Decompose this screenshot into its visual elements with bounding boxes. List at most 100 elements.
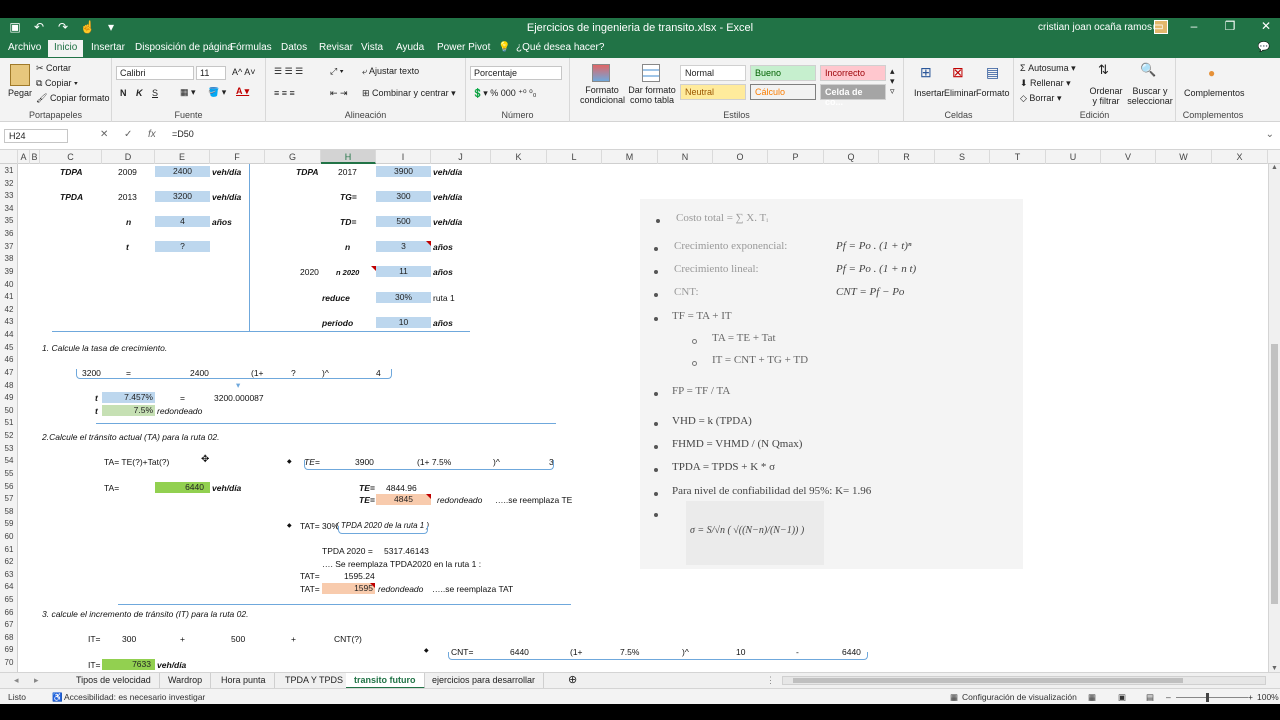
cell[interactable]: IT= <box>88 660 101 670</box>
row-header[interactable]: 39 <box>0 267 18 276</box>
tell-me-input[interactable]: ¿Qué desea hacer? <box>516 42 604 53</box>
column-header[interactable]: U <box>1046 150 1101 164</box>
format-table-button[interactable]: Dar formato como tabla <box>628 85 676 105</box>
cell[interactable]: TPDA <box>60 192 83 202</box>
row-header[interactable]: 34 <box>0 204 18 213</box>
column-header[interactable]: E <box>155 150 210 164</box>
user-name[interactable]: cristian joan ocaña ramos <box>1038 22 1152 33</box>
cell[interactable]: n <box>345 242 350 252</box>
row-header[interactable]: 52 <box>0 431 18 440</box>
cell[interactable]: veh/día <box>212 167 241 177</box>
row-header[interactable]: 38 <box>0 254 18 263</box>
cell[interactable]: redondeado <box>378 584 423 594</box>
sheet-tab[interactable]: ejercicios para desarrollar <box>424 673 545 689</box>
cell-input[interactable]: 4 <box>155 216 210 227</box>
find-select-icon[interactable]: 🔍 <box>1140 62 1156 78</box>
cell[interactable]: 2017 <box>338 167 357 177</box>
insert-function-icon[interactable]: fx <box>148 129 156 140</box>
align-left-icon[interactable]: ≡ ≡ ≡ <box>274 88 295 98</box>
close-icon[interactable]: ✕ <box>1258 19 1274 33</box>
fill-button[interactable]: ⬇ Rellenar ▾ <box>1020 78 1071 89</box>
zoom-out-icon[interactable]: – <box>1166 692 1171 702</box>
cell-input[interactable]: 3 <box>376 241 431 252</box>
cell[interactable]: veh/día <box>433 217 462 227</box>
cell[interactable]: veh/día <box>433 192 462 202</box>
add-sheet-icon[interactable]: ⊕ <box>560 673 585 689</box>
cell[interactable]: 2400 <box>190 368 209 378</box>
cell[interactable]: años <box>433 267 453 277</box>
column-header[interactable]: N <box>658 150 713 164</box>
cell[interactable]: TG= <box>340 192 357 202</box>
row-header[interactable]: 43 <box>0 317 18 326</box>
clear-button[interactable]: ◇ Borrar ▾ <box>1020 93 1061 104</box>
format-table-icon[interactable] <box>642 64 660 82</box>
cell-input[interactable]: 11 <box>376 266 431 277</box>
cell[interactable]: …..se reemplaza TAT <box>432 584 513 594</box>
cell-input[interactable]: 500 <box>376 216 431 227</box>
insert-cells-icon[interactable]: ⊞ <box>920 64 932 81</box>
cell[interactable]: TPDA 2020 = <box>322 546 373 556</box>
select-all-corner[interactable] <box>0 150 18 164</box>
cell-input[interactable]: 3200 <box>155 191 210 202</box>
cell[interactable]: 300 <box>122 634 136 644</box>
cell-input[interactable]: ? <box>155 241 210 252</box>
merge-center-button[interactable]: ⊞ Combinar y centrar ▾ <box>362 88 456 99</box>
horizontal-scroll-thumb[interactable] <box>793 678 1183 683</box>
row-header[interactable]: 69 <box>0 645 18 654</box>
cell-input[interactable]: 3900 <box>376 166 431 177</box>
cell[interactable]: TAT= <box>300 571 320 581</box>
cell[interactable]: + <box>180 634 185 644</box>
cell[interactable]: 2020 <box>300 267 319 277</box>
column-header[interactable]: J <box>431 150 491 164</box>
question-1[interactable]: 1. Calcule la tasa de crecimiento. <box>42 343 167 353</box>
column-header[interactable]: Q <box>824 150 879 164</box>
row-header[interactable]: 57 <box>0 494 18 503</box>
prev-sheet-icon[interactable]: ◂ <box>6 673 27 689</box>
ribbon-display-icon[interactable]: ▭ <box>1150 19 1166 33</box>
cell[interactable]: periodo <box>322 318 353 328</box>
column-header[interactable]: L <box>547 150 602 164</box>
row-header[interactable]: 66 <box>0 608 18 617</box>
font-color-icon[interactable]: A ▾ <box>236 86 249 97</box>
row-header[interactable]: 64 <box>0 582 18 591</box>
borders-icon[interactable]: ▦ ▾ <box>180 87 196 98</box>
cell[interactable]: TA= TE(?)+Tat(?) <box>104 457 169 467</box>
tab-disposicion[interactable]: Disposición de página <box>135 42 233 53</box>
formula-input[interactable]: =D50 <box>172 129 194 139</box>
cut-button[interactable]: ✂ Cortar <box>36 63 71 74</box>
enter-icon[interactable]: ✓ <box>124 129 132 140</box>
tab-inicio[interactable]: Inicio <box>48 40 84 57</box>
column-header[interactable]: K <box>491 150 547 164</box>
column-header[interactable]: W <box>1156 150 1212 164</box>
column-header[interactable]: V <box>1101 150 1156 164</box>
accessibility-icon[interactable]: ♿ <box>52 692 63 703</box>
scroll-down-icon[interactable]: ▼ <box>1271 665 1278 672</box>
horizontal-scrollbar[interactable] <box>782 676 1266 685</box>
row-header[interactable]: 33 <box>0 191 18 200</box>
cell-input[interactable]: 7.457% <box>102 392 155 403</box>
cell[interactable]: TE= <box>359 483 375 493</box>
row-header[interactable]: 48 <box>0 381 18 390</box>
cell[interactable]: …..se reemplaza TE <box>495 495 572 505</box>
zoom-slider[interactable] <box>1176 697 1248 698</box>
wrap-text-button[interactable]: ⤶ Ajustar texto <box>362 66 419 77</box>
cell[interactable]: veh/día <box>212 483 241 493</box>
row-header[interactable]: 68 <box>0 633 18 642</box>
row-header[interactable]: 54 <box>0 456 18 465</box>
column-header[interactable]: A <box>18 150 30 164</box>
paste-button[interactable]: Pegar <box>8 88 32 98</box>
page-break-icon[interactable]: ▤ <box>1146 692 1154 703</box>
format-painter-button[interactable]: 🖌 Copiar formato <box>36 93 109 104</box>
column-header[interactable]: C <box>40 150 102 164</box>
style-calculo[interactable]: Cálculo <box>750 84 816 100</box>
comment-indicator[interactable] <box>426 241 431 246</box>
row-header[interactable]: 70 <box>0 658 18 667</box>
styles-scroll-icon[interactable]: ▴ ▾ ▿ <box>890 66 895 96</box>
conditional-format-icon[interactable] <box>592 64 610 82</box>
orientation-icon[interactable]: ⤢ ▾ <box>330 66 343 77</box>
cell[interactable]: años <box>433 318 453 328</box>
copy-button[interactable]: ⧉ Copiar ▾ <box>36 78 78 89</box>
cell-input[interactable]: 30% <box>376 292 431 303</box>
zoom-level[interactable]: 100% <box>1257 692 1279 702</box>
page-layout-icon[interactable]: ▣ <box>1118 692 1126 703</box>
